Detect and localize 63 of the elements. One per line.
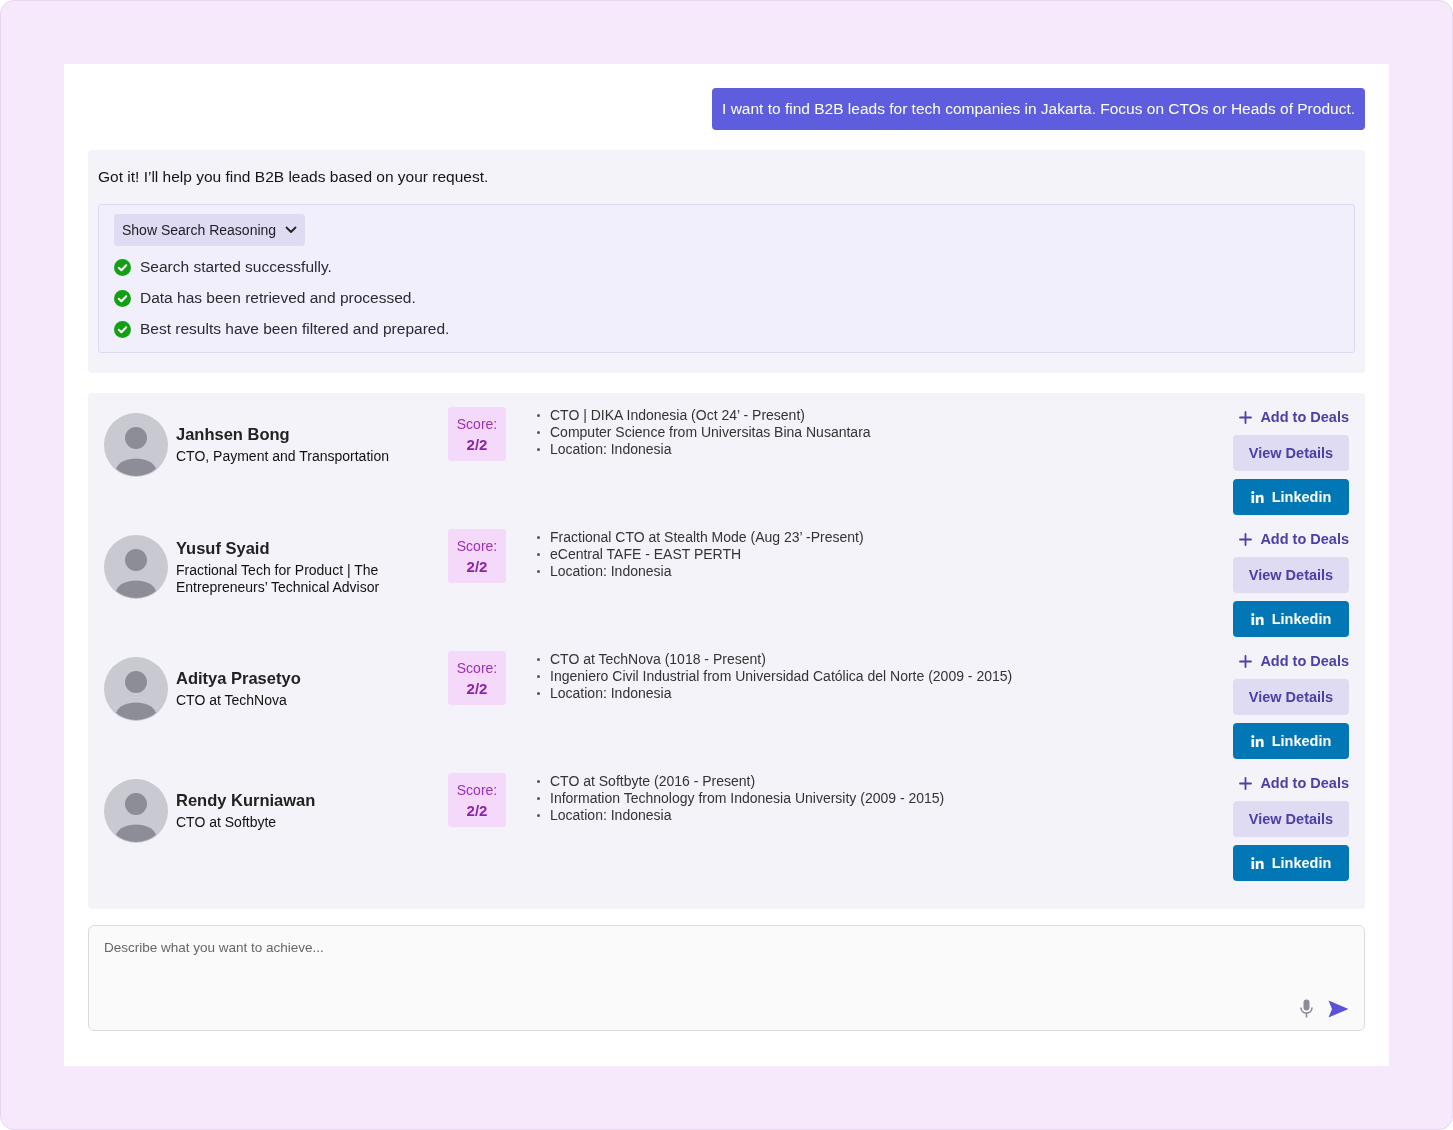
plus-icon [1239, 776, 1253, 790]
add-to-deals-button[interactable]: Add to Deals [1233, 529, 1349, 549]
add-to-deals-button[interactable]: Add to Deals [1233, 651, 1349, 671]
view-details-button[interactable]: View Details [1233, 557, 1349, 593]
lead-detail: Ingeniero Civil Industrial from Universidad Católica del Norte (2009 - 2015) [550, 668, 1013, 685]
view-details-button[interactable]: View Details [1233, 679, 1349, 715]
message-input[interactable]: Describe what you want to achieve... [104, 940, 1349, 999]
lead-detail: Computer Science from Universitas Bina Nusantara [550, 424, 871, 441]
lead-title: Fractional Tech for Product | The Entrepreneurs’ Technical Advisor [176, 561, 381, 596]
lead-detail: Location: Indonesia [550, 685, 672, 702]
send-icon[interactable] [1328, 999, 1349, 1018]
linkedin-icon [1250, 735, 1264, 747]
linkedin-button[interactable]: Linkedin [1233, 479, 1349, 515]
plus-icon [1239, 654, 1253, 668]
avatar-placeholder [104, 413, 168, 477]
score-label: Score: [456, 415, 498, 432]
linkedin-button[interactable]: Linkedin [1233, 601, 1349, 637]
composer-box[interactable]: Describe what you want to achieve... [88, 925, 1365, 1031]
score-value: 2/2 [466, 801, 488, 819]
lead-detail: eCentral TAFE - EAST PERTH [550, 546, 742, 563]
lead-detail: Fractional CTO at Stealth Mode (Aug 23’ -Present) [550, 529, 864, 546]
linkedin-button[interactable]: Linkedin [1233, 845, 1349, 881]
lead-detail: CTO | DIKA Indonesia (Oct 24’ - Present) [550, 407, 805, 424]
lead-detail: Location: Indonesia [550, 807, 672, 824]
microphone-icon[interactable] [1300, 999, 1313, 1018]
view-details-button[interactable]: View Details [1233, 435, 1349, 471]
score-label: Score: [456, 659, 498, 676]
add-to-deals-button[interactable]: Add to Deals [1233, 407, 1349, 427]
linkedin-icon [1250, 613, 1264, 625]
user-message: I want to find B2B leads for tech companies in Jakarta. Focus on CTOs or Heads of Product. [712, 88, 1365, 130]
view-details-button[interactable]: View Details [1233, 801, 1349, 837]
lead-title: CTO at Softbyte [176, 814, 278, 831]
reasoning-step: Data has been retrieved and processed. [140, 289, 416, 307]
reasoning-toggle[interactable]: Show Search Reasoning [114, 214, 306, 246]
score-value: 2/2 [466, 679, 488, 697]
avatar-placeholder [104, 657, 168, 721]
lead-detail: Location: Indonesia [550, 441, 672, 458]
assistant-text: Got it! I’ll help you find B2B leads based on your request. [98, 168, 490, 186]
score-value: 2/2 [466, 557, 488, 575]
lead-detail: CTO at TechNova (1018 - Present) [550, 651, 766, 668]
score-label: Score: [456, 781, 498, 798]
score-value: 2/2 [466, 435, 488, 453]
lead-detail: CTO at Softbyte (2016 - Present) [550, 773, 756, 790]
plus-icon [1239, 532, 1253, 546]
lead-name: Janhsen Bong [176, 425, 291, 444]
lead-title: CTO, Payment and Transportation [176, 448, 390, 465]
lead-detail: Information Technology from Indonesia University (2009 - 2015) [550, 790, 945, 807]
reasoning-step: Best results have been filtered and prepared. [140, 320, 450, 338]
reasoning-step: Search started successfully. [140, 258, 332, 276]
linkedin-icon [1250, 491, 1264, 503]
linkedin-button[interactable]: Linkedin [1233, 723, 1349, 759]
lead-title: CTO at TechNova [176, 692, 288, 709]
plus-icon [1239, 410, 1253, 424]
avatar-placeholder [104, 535, 168, 599]
linkedin-icon [1250, 857, 1264, 869]
lead-name: Yusuf Syaid [176, 538, 271, 558]
add-to-deals-button[interactable]: Add to Deals [1233, 773, 1349, 793]
lead-name: Aditya Prasetyo [176, 669, 302, 688]
lead-detail: Location: Indonesia [550, 563, 672, 580]
avatar-placeholder [104, 779, 168, 843]
lead-name: Rendy Kurniawan [176, 791, 317, 810]
score-label: Score: [456, 537, 498, 554]
chevron-down-icon [285, 226, 298, 234]
